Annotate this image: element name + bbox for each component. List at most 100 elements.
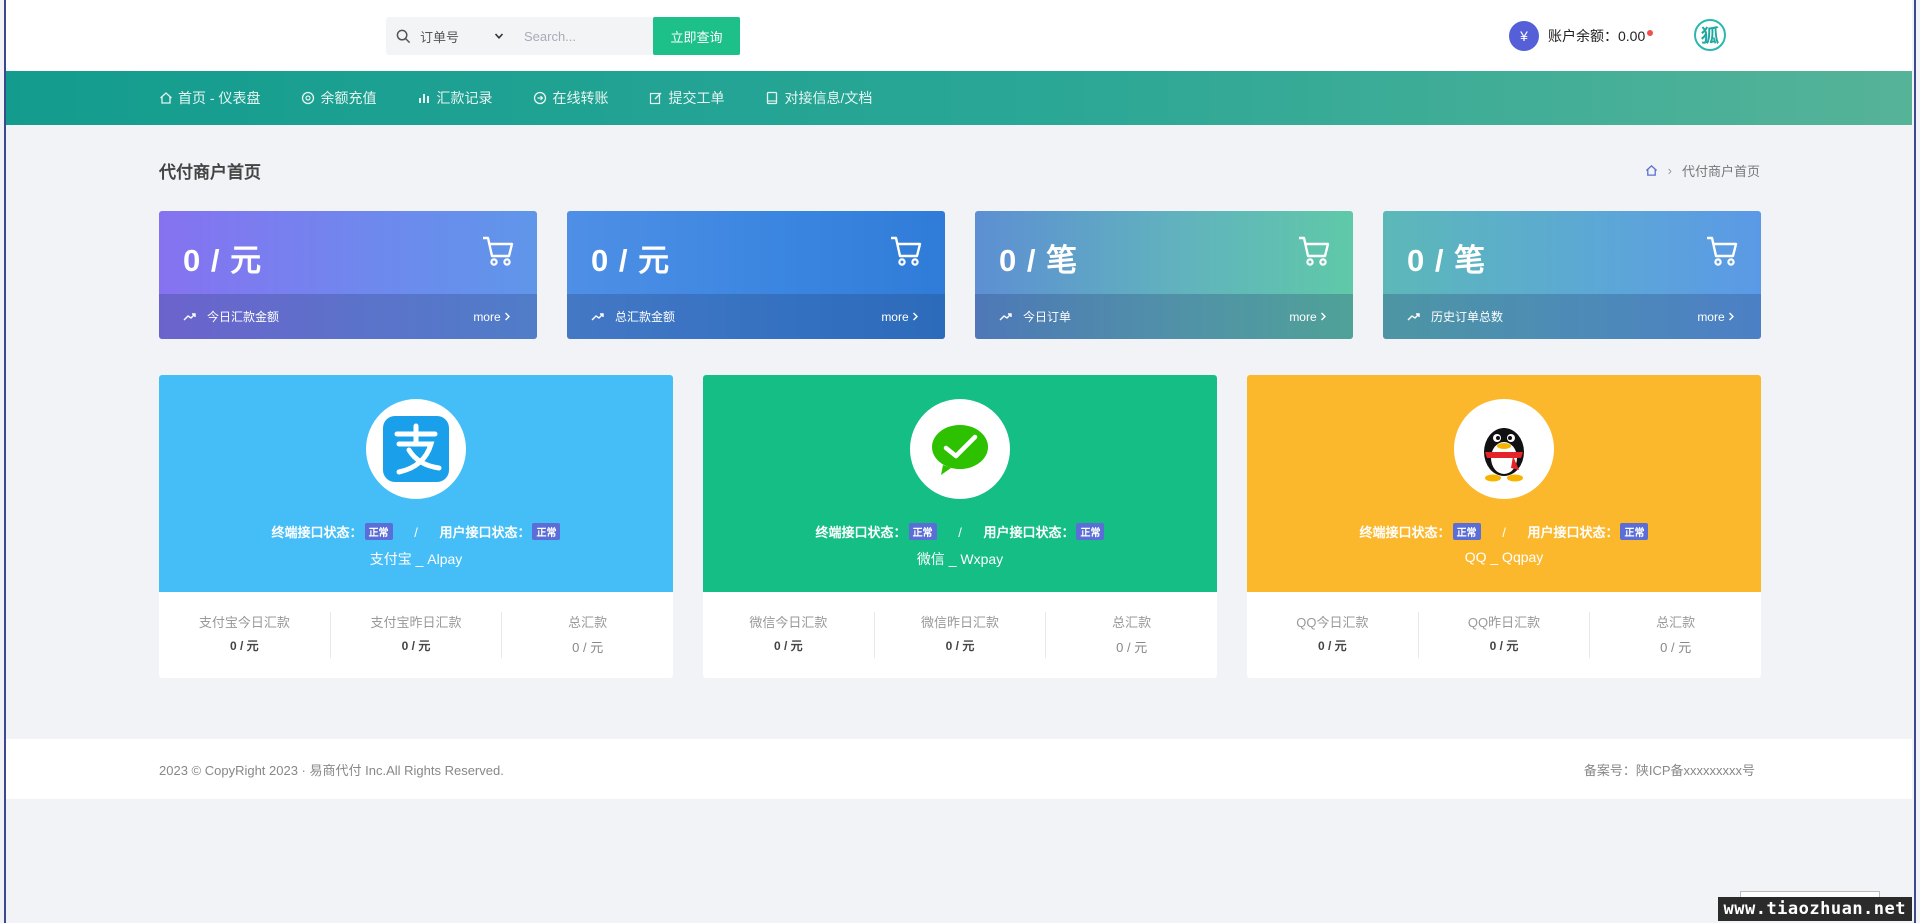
cart-icon <box>483 236 514 266</box>
cart-icon <box>1299 236 1330 266</box>
stat-card-today-orders: 0 / 笔 今日订单 more <box>975 211 1353 339</box>
more-link[interactable]: more <box>1697 310 1735 324</box>
nav-label: 在线转账 <box>552 90 609 106</box>
search-icon <box>386 29 420 44</box>
more-label: more <box>1697 309 1725 324</box>
stat-column-head: QQ今日汇款 <box>1296 615 1369 630</box>
stat-column-value: 0 / 元 <box>1489 639 1519 653</box>
site-watermark: www.tiaozhuan.net <box>1717 897 1912 921</box>
stat-column-head: 总汇款 <box>1112 615 1152 630</box>
pay-card-header: 终端接口状态： 正常 / 用户接口状态： 正常 微信 _ Wxpay <box>703 375 1217 592</box>
nav-item-remit-records[interactable]: 汇款记录 <box>417 88 492 108</box>
chevron-right-icon <box>1729 312 1734 321</box>
stat-column-value: 0 / 元 <box>401 639 431 653</box>
stat-column-head: QQ昨日汇款 <box>1467 615 1541 630</box>
more-link[interactable]: more <box>473 310 511 324</box>
nav-label: 汇款记录 <box>436 90 493 106</box>
nav-label: 提交工单 <box>668 90 725 106</box>
stat-column-head: 支付宝昨日汇款 <box>370 615 462 630</box>
wechat-logo <box>910 399 1010 499</box>
balance-value: 0.00 <box>1618 28 1646 44</box>
avatar[interactable]: 狐 <box>1694 19 1726 51</box>
chevron-down-icon <box>494 33 504 39</box>
breadcrumb: › 代付商户首页 <box>1645 161 1760 180</box>
nav-item-docs[interactable]: 对接信息/文档 <box>765 88 872 108</box>
trend-up-icon <box>591 312 604 320</box>
terminal-status-label: 终端接口状态： <box>271 525 363 540</box>
stat-column-value: 0 / 元 <box>1116 640 1148 655</box>
trend-up-icon <box>999 312 1012 320</box>
stat-column: 微信今日汇款 0 / 元 <box>703 612 875 658</box>
pay-card-stats: QQ今日汇款 0 / 元 QQ昨日汇款 0 / 元 总汇款 0 / 元 <box>1247 592 1761 678</box>
status-badge: 正常 <box>1076 523 1105 540</box>
stat-column-value: 0 / 元 <box>229 639 259 653</box>
stat-column-value: 0 / 元 <box>572 640 604 655</box>
bar-chart-icon <box>419 94 430 103</box>
pay-card-header: 终端接口状态： 正常 / 用户接口状态： 正常 QQ _ Qqpay <box>1247 375 1761 592</box>
stat-label: 今日汇款金额 <box>207 310 280 324</box>
nav-item-home[interactable]: 首页 - 仪表盘 <box>159 88 260 108</box>
interface-status: 终端接口状态： 正常 / 用户接口状态： 正常 <box>1247 522 1761 541</box>
stat-column-head: 微信昨日汇款 <box>921 615 1000 630</box>
more-label: more <box>881 309 909 324</box>
cart-icon <box>891 236 922 266</box>
status-badge: 正常 <box>908 523 937 540</box>
stat-column-head: 支付宝今日汇款 <box>198 615 290 630</box>
stat-value: 0 / 笔 <box>1407 243 1487 278</box>
coin-icon <box>302 91 315 105</box>
balance-value-wrap: 0.00 <box>1618 28 1654 44</box>
balance-label: 账户余额： <box>1548 28 1618 44</box>
trend-up-icon <box>183 312 196 320</box>
nav-label: 余额充值 <box>320 90 377 106</box>
search-type-select[interactable]: 订单号 <box>420 27 512 46</box>
order-search: 订单号 立即查询 <box>386 17 740 55</box>
nav-item-transfer[interactable]: 在线转账 <box>533 88 608 108</box>
home-icon[interactable] <box>1645 164 1658 177</box>
interface-status: 终端接口状态： 正常 / 用户接口状态： 正常 <box>703 522 1217 541</box>
book-icon <box>767 91 778 105</box>
user-status-label: 用户接口状态： <box>439 525 531 540</box>
chevron-right-icon <box>1321 312 1326 321</box>
more-link[interactable]: more <box>881 310 919 324</box>
stat-column-head: 微信今日汇款 <box>749 615 828 630</box>
nav-item-recharge[interactable]: 余额充值 <box>301 88 376 108</box>
more-link[interactable]: more <box>1289 310 1327 324</box>
search-input[interactable] <box>512 17 612 55</box>
stat-column-value: 0 / 元 <box>773 639 803 653</box>
status-badge: 正常 <box>1452 523 1481 540</box>
terminal-status-label: 终端接口状态： <box>815 525 907 540</box>
transfer-icon <box>534 91 547 105</box>
trend-up-icon <box>1407 312 1420 320</box>
more-label: more <box>473 309 501 324</box>
alipay-logo <box>366 399 466 499</box>
wechat-icon <box>932 425 988 475</box>
qq-icon <box>1484 428 1524 482</box>
edit-icon <box>650 92 662 105</box>
home-icon <box>160 92 172 104</box>
pay-channel-name: 支付宝 _ Alpay <box>369 551 463 567</box>
account-balance[interactable]: ¥ 账户余额： 0.00 <box>1509 21 1654 51</box>
user-status-label: 用户接口状态： <box>983 525 1075 540</box>
top-header: 订单号 立即查询 ¥ 账户余额： 0.00 狐 <box>6 0 1912 71</box>
stat-card-today-amount: 0 / 元 今日汇款金额 more <box>159 211 537 339</box>
status-divider: / <box>1502 525 1506 540</box>
nav-item-ticket[interactable]: 提交工单 <box>649 88 724 108</box>
user-status-label: 用户接口状态： <box>1527 525 1619 540</box>
chevron-right-icon <box>505 312 510 321</box>
stat-column: 支付宝今日汇款 0 / 元 <box>159 612 331 658</box>
notification-dot <box>1647 30 1654 36</box>
pay-channel-name: 微信 _ Wxpay <box>916 551 1004 567</box>
nav-label: 对接信息/文档 <box>784 90 873 106</box>
stat-value: 0 / 元 <box>591 243 671 278</box>
stat-column-head: 总汇款 <box>568 615 608 630</box>
stat-column-value: 0 / 元 <box>945 639 975 653</box>
status-badge: 正常 <box>1620 523 1649 540</box>
search-button[interactable]: 立即查询 <box>653 17 740 55</box>
more-label: more <box>1289 309 1317 324</box>
pay-card-stats: 微信今日汇款 0 / 元 微信昨日汇款 0 / 元 总汇款 0 / 元 <box>703 592 1217 678</box>
pay-card-qq: 终端接口状态： 正常 / 用户接口状态： 正常 QQ _ Qqpay QQ今日汇款 0… <box>1247 375 1761 678</box>
stat-column: 支付宝昨日汇款 0 / 元 <box>331 612 503 658</box>
stat-column-value: 0 / 元 <box>1660 640 1692 655</box>
icp-record[interactable]: 备案号：陕ICP备xxxxxxxxx号 <box>1584 760 1755 779</box>
pay-card-wechat: 终端接口状态： 正常 / 用户接口状态： 正常 微信 _ Wxpay 微信今日汇款 0… <box>703 375 1217 678</box>
